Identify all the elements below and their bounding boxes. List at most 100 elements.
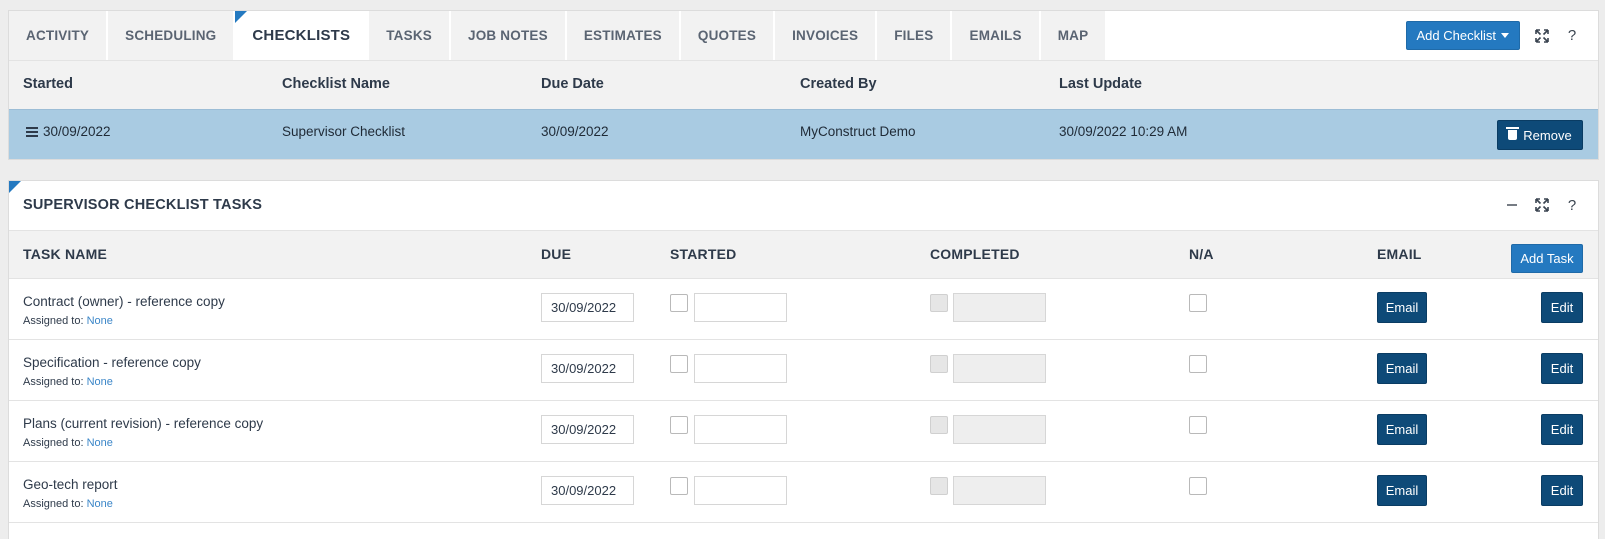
panel-title: SUPERVISOR CHECKLIST TASKS [23, 197, 263, 213]
checklist-row[interactable]: 30/09/2022 Supervisor Checklist 30/09/20… [9, 109, 1598, 159]
email-button[interactable]: Email [1377, 414, 1427, 445]
na-checkbox[interactable] [1189, 416, 1207, 434]
completed-date-input [953, 354, 1046, 383]
checklist-last-update: 30/09/2022 10:29 AM [1059, 124, 1188, 139]
na-checkbox[interactable] [1189, 294, 1207, 312]
task-assigned: Assigned to: None [23, 437, 113, 449]
help-icon[interactable]: ? [1564, 197, 1580, 214]
column-due: DUE [541, 246, 572, 262]
assigned-label: Assigned to: [23, 315, 87, 327]
tab-job-notes[interactable]: JOB NOTES [450, 11, 567, 60]
tab-quotes[interactable]: QUOTES [680, 11, 776, 60]
checklists-table-header: Started Checklist Name Due Date Created … [9, 60, 1598, 109]
column-last-update: Last Update [1059, 76, 1142, 92]
due-date-input[interactable]: 30/09/2022 [541, 293, 634, 322]
due-date-input[interactable]: 30/09/2022 [541, 476, 634, 505]
help-icon[interactable]: ? [1564, 27, 1580, 44]
tab-emails[interactable]: EMAILS [952, 11, 1041, 60]
assigned-user-link[interactable]: None [87, 376, 113, 388]
completed-checkbox [930, 477, 948, 495]
add-task-button[interactable]: Add Task [1511, 244, 1583, 273]
tab-tasks[interactable]: TASKS [369, 11, 451, 60]
tab-checklists[interactable]: CHECKLISTS [235, 11, 370, 60]
column-completed: COMPLETED [930, 246, 1020, 262]
checklist-tasks-panel: SUPERVISOR CHECKLIST TASKS ? TASK NAME D… [8, 180, 1599, 539]
tab-map[interactable]: MAP [1040, 11, 1108, 60]
column-created-by: Created By [800, 76, 877, 92]
minimize-icon[interactable] [1504, 197, 1520, 213]
na-checkbox[interactable] [1189, 477, 1207, 495]
assigned-label: Assigned to: [23, 498, 87, 510]
column-started: STARTED [670, 246, 737, 262]
tab-estimates[interactable]: ESTIMATES [566, 11, 681, 60]
menu-icon[interactable] [26, 127, 38, 137]
task-name: Geo-tech report [23, 477, 118, 492]
email-button[interactable]: Email [1377, 475, 1427, 506]
checklist-name: Supervisor Checklist [282, 124, 406, 139]
remove-label: Remove [1523, 127, 1572, 143]
due-date-input[interactable]: 30/09/2022 [541, 415, 634, 444]
task-name: Plans (current revision) - reference cop… [23, 416, 264, 431]
expand-icon[interactable] [1534, 197, 1550, 213]
task-row: Plans (current revision) - reference cop… [9, 401, 1598, 462]
completed-checkbox [930, 355, 948, 373]
due-date-input[interactable]: 30/09/2022 [541, 354, 634, 383]
started-date-input[interactable] [694, 415, 787, 444]
edit-button[interactable]: Edit [1541, 353, 1583, 384]
tab-files[interactable]: FILES [877, 11, 953, 60]
completed-date-input [953, 476, 1046, 505]
edit-button[interactable]: Edit [1541, 475, 1583, 506]
started-checkbox[interactable] [670, 416, 688, 434]
assigned-user-link[interactable]: None [87, 437, 113, 449]
checklist-created-by: MyConstruct Demo [800, 124, 916, 139]
completed-checkbox [930, 294, 948, 312]
task-row: Specification - reference copy Assigned … [9, 340, 1598, 401]
remove-button[interactable]: Remove [1497, 120, 1583, 150]
task-name: Specification - reference copy [23, 355, 201, 370]
column-due-date: Due Date [541, 76, 604, 92]
started-date-input[interactable] [694, 354, 787, 383]
checklists-panel: ACTIVITY SCHEDULING CHECKLISTS TASKS JOB… [8, 10, 1599, 160]
panel-actions: Add Checklist ? [1405, 21, 1580, 50]
edit-button[interactable]: Edit [1541, 414, 1583, 445]
email-button[interactable]: Email [1377, 353, 1427, 384]
started-date-input[interactable] [694, 476, 787, 505]
expand-icon[interactable] [1534, 28, 1550, 44]
task-assigned: Assigned to: None [23, 498, 113, 510]
edit-button[interactable]: Edit [1541, 292, 1583, 323]
panel-tools: ? [1504, 197, 1580, 214]
column-na: N/A [1189, 246, 1214, 262]
assigned-label: Assigned to: [23, 376, 87, 388]
column-email: EMAIL [1377, 246, 1422, 262]
completed-date-input [953, 415, 1046, 444]
task-assigned: Assigned to: None [23, 315, 113, 327]
task-row: Geo-tech report Assigned to: None 30/09/… [9, 462, 1598, 523]
started-date-input[interactable] [694, 293, 787, 322]
task-row: Contract (owner) - reference copy Assign… [9, 279, 1598, 340]
add-checklist-button[interactable]: Add Checklist [1405, 21, 1520, 50]
completed-checkbox [930, 416, 948, 434]
trash-icon [1506, 127, 1520, 140]
checklist-started: 30/09/2022 [43, 124, 111, 139]
assigned-label: Assigned to: [23, 437, 87, 449]
checklist-due: 30/09/2022 [541, 124, 609, 139]
started-checkbox[interactable] [670, 355, 688, 373]
assigned-user-link[interactable]: None [87, 498, 113, 510]
task-name: Contract (owner) - reference copy [23, 294, 225, 309]
tab-bar: ACTIVITY SCHEDULING CHECKLISTS TASKS JOB… [9, 11, 1108, 60]
column-started: Started [23, 76, 73, 92]
tab-activity[interactable]: ACTIVITY [9, 11, 109, 60]
started-checkbox[interactable] [670, 294, 688, 312]
tab-invoices[interactable]: INVOICES [775, 11, 878, 60]
add-checklist-label: Add Checklist [1416, 28, 1496, 43]
started-checkbox[interactable] [670, 477, 688, 495]
column-checklist-name: Checklist Name [282, 76, 390, 92]
tasks-table-header: TASK NAME DUE STARTED COMPLETED N/A EMAI… [9, 230, 1598, 279]
tab-scheduling[interactable]: SCHEDULING [108, 11, 236, 60]
email-button[interactable]: Email [1377, 292, 1427, 323]
caret-down-icon [1501, 33, 1509, 38]
task-assigned: Assigned to: None [23, 376, 113, 388]
completed-date-input [953, 293, 1046, 322]
na-checkbox[interactable] [1189, 355, 1207, 373]
assigned-user-link[interactable]: None [87, 315, 113, 327]
